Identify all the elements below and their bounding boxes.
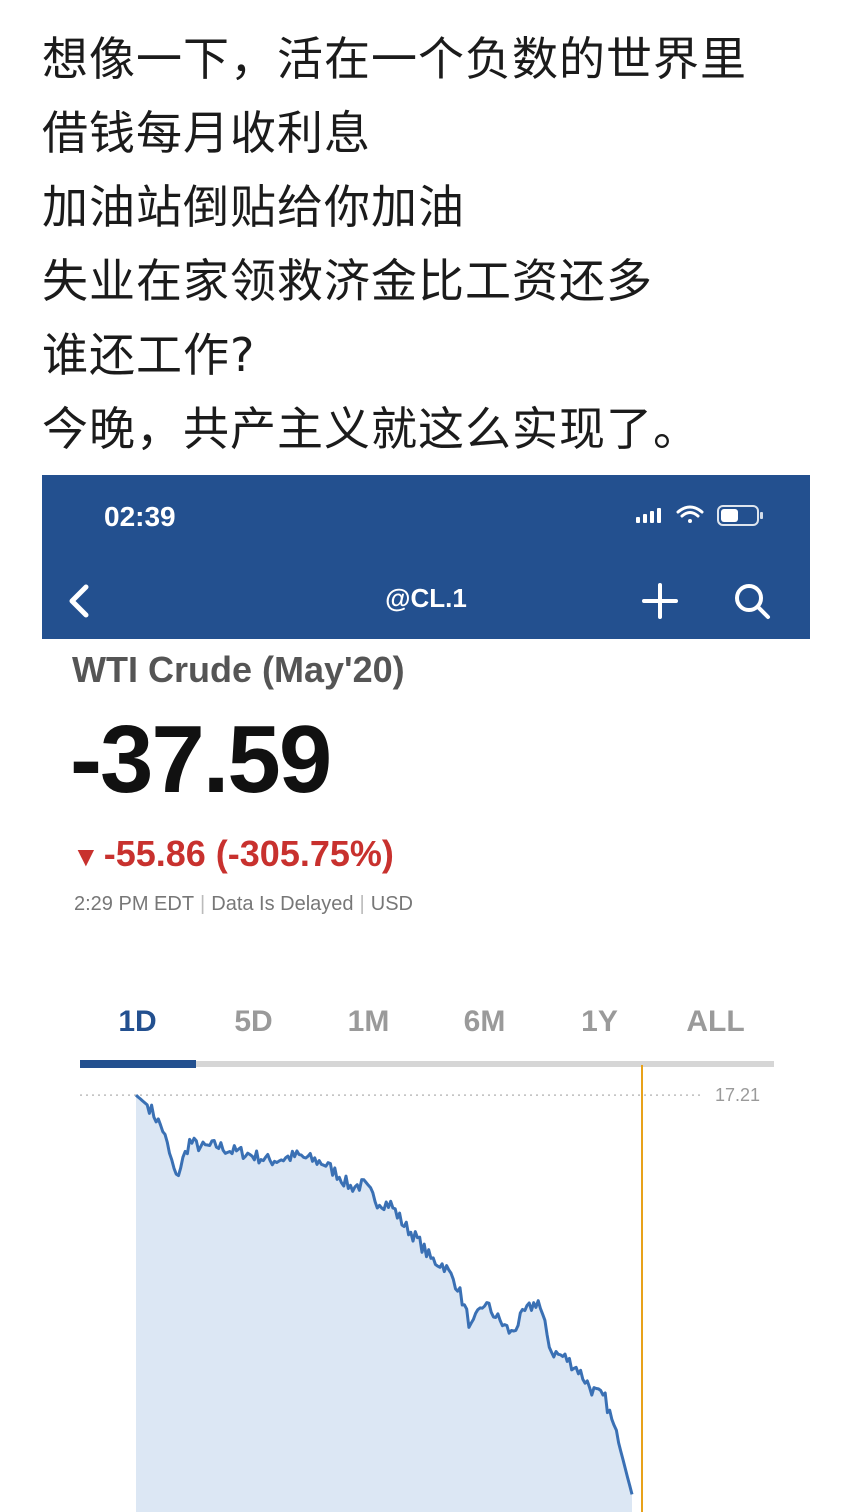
search-icon[interactable] — [732, 581, 772, 621]
tab-1d[interactable]: 1D — [80, 1005, 195, 1039]
battery-icon — [717, 505, 763, 526]
status-bar: 02:39 — [42, 475, 810, 561]
post-line: 谁还工作? — [42, 328, 256, 382]
tab-1m[interactable]: 1M — [311, 1005, 426, 1039]
post-text: 想像一下，活在一个负数的世界里 借钱每月收利息 加油站倒贴给你加油 失业在家领救… — [42, 22, 842, 466]
symbol-title: @CL.1 — [385, 583, 467, 613]
quote-meta: 2:29 PM EDT | Data Is Delayed | USD — [74, 893, 413, 916]
price-area — [136, 1095, 632, 1512]
status-icons — [636, 505, 763, 526]
status-time: 02:39 — [104, 501, 176, 532]
post-line: 失业在家领救济金比工资还多 — [42, 254, 653, 308]
meta-divider: | — [359, 893, 365, 915]
tab-5d[interactable]: 5D — [196, 1005, 311, 1039]
tab-all[interactable]: ALL — [658, 1005, 773, 1039]
wifi-icon — [676, 505, 704, 523]
y-tick-label: 17.21 — [715, 1085, 760, 1105]
quote-screenshot: 02:39 @CL.1 WTI Crude (May'20) -37.59 ▼ … — [42, 475, 810, 1512]
post-line: 想像一下，活在一个负数的世界里 — [42, 32, 747, 86]
post-line: 加油站倒贴给你加油 — [42, 180, 465, 234]
currency: USD — [370, 893, 413, 915]
price-change: ▼ -55.86 (-305.75%) — [72, 833, 394, 875]
last-price: -37.59 — [70, 706, 332, 813]
range-tabs: 1D 5D 1M 6M 1Y ALL — [80, 1005, 774, 1069]
price-chart[interactable]: 17.21 — [80, 1065, 774, 1512]
tab-6m[interactable]: 6M — [427, 1005, 542, 1039]
post-line: 今晚，共产主义就这么实现了。 — [42, 402, 700, 456]
plus-icon[interactable] — [640, 581, 680, 621]
down-arrow-icon: ▼ — [72, 841, 100, 872]
nav-bar: @CL.1 — [42, 561, 810, 639]
tab-1y[interactable]: 1Y — [542, 1005, 657, 1039]
meta-divider: | — [200, 893, 206, 915]
quote-time: 2:29 PM EDT — [74, 893, 195, 915]
delay-note: Data Is Delayed — [211, 893, 354, 915]
post-line: 借钱每月收利息 — [42, 106, 371, 160]
instrument-name: WTI Crude (May'20) — [72, 649, 405, 690]
change-value: -55.86 (-305.75%) — [103, 833, 394, 874]
signal-icon — [636, 508, 661, 523]
